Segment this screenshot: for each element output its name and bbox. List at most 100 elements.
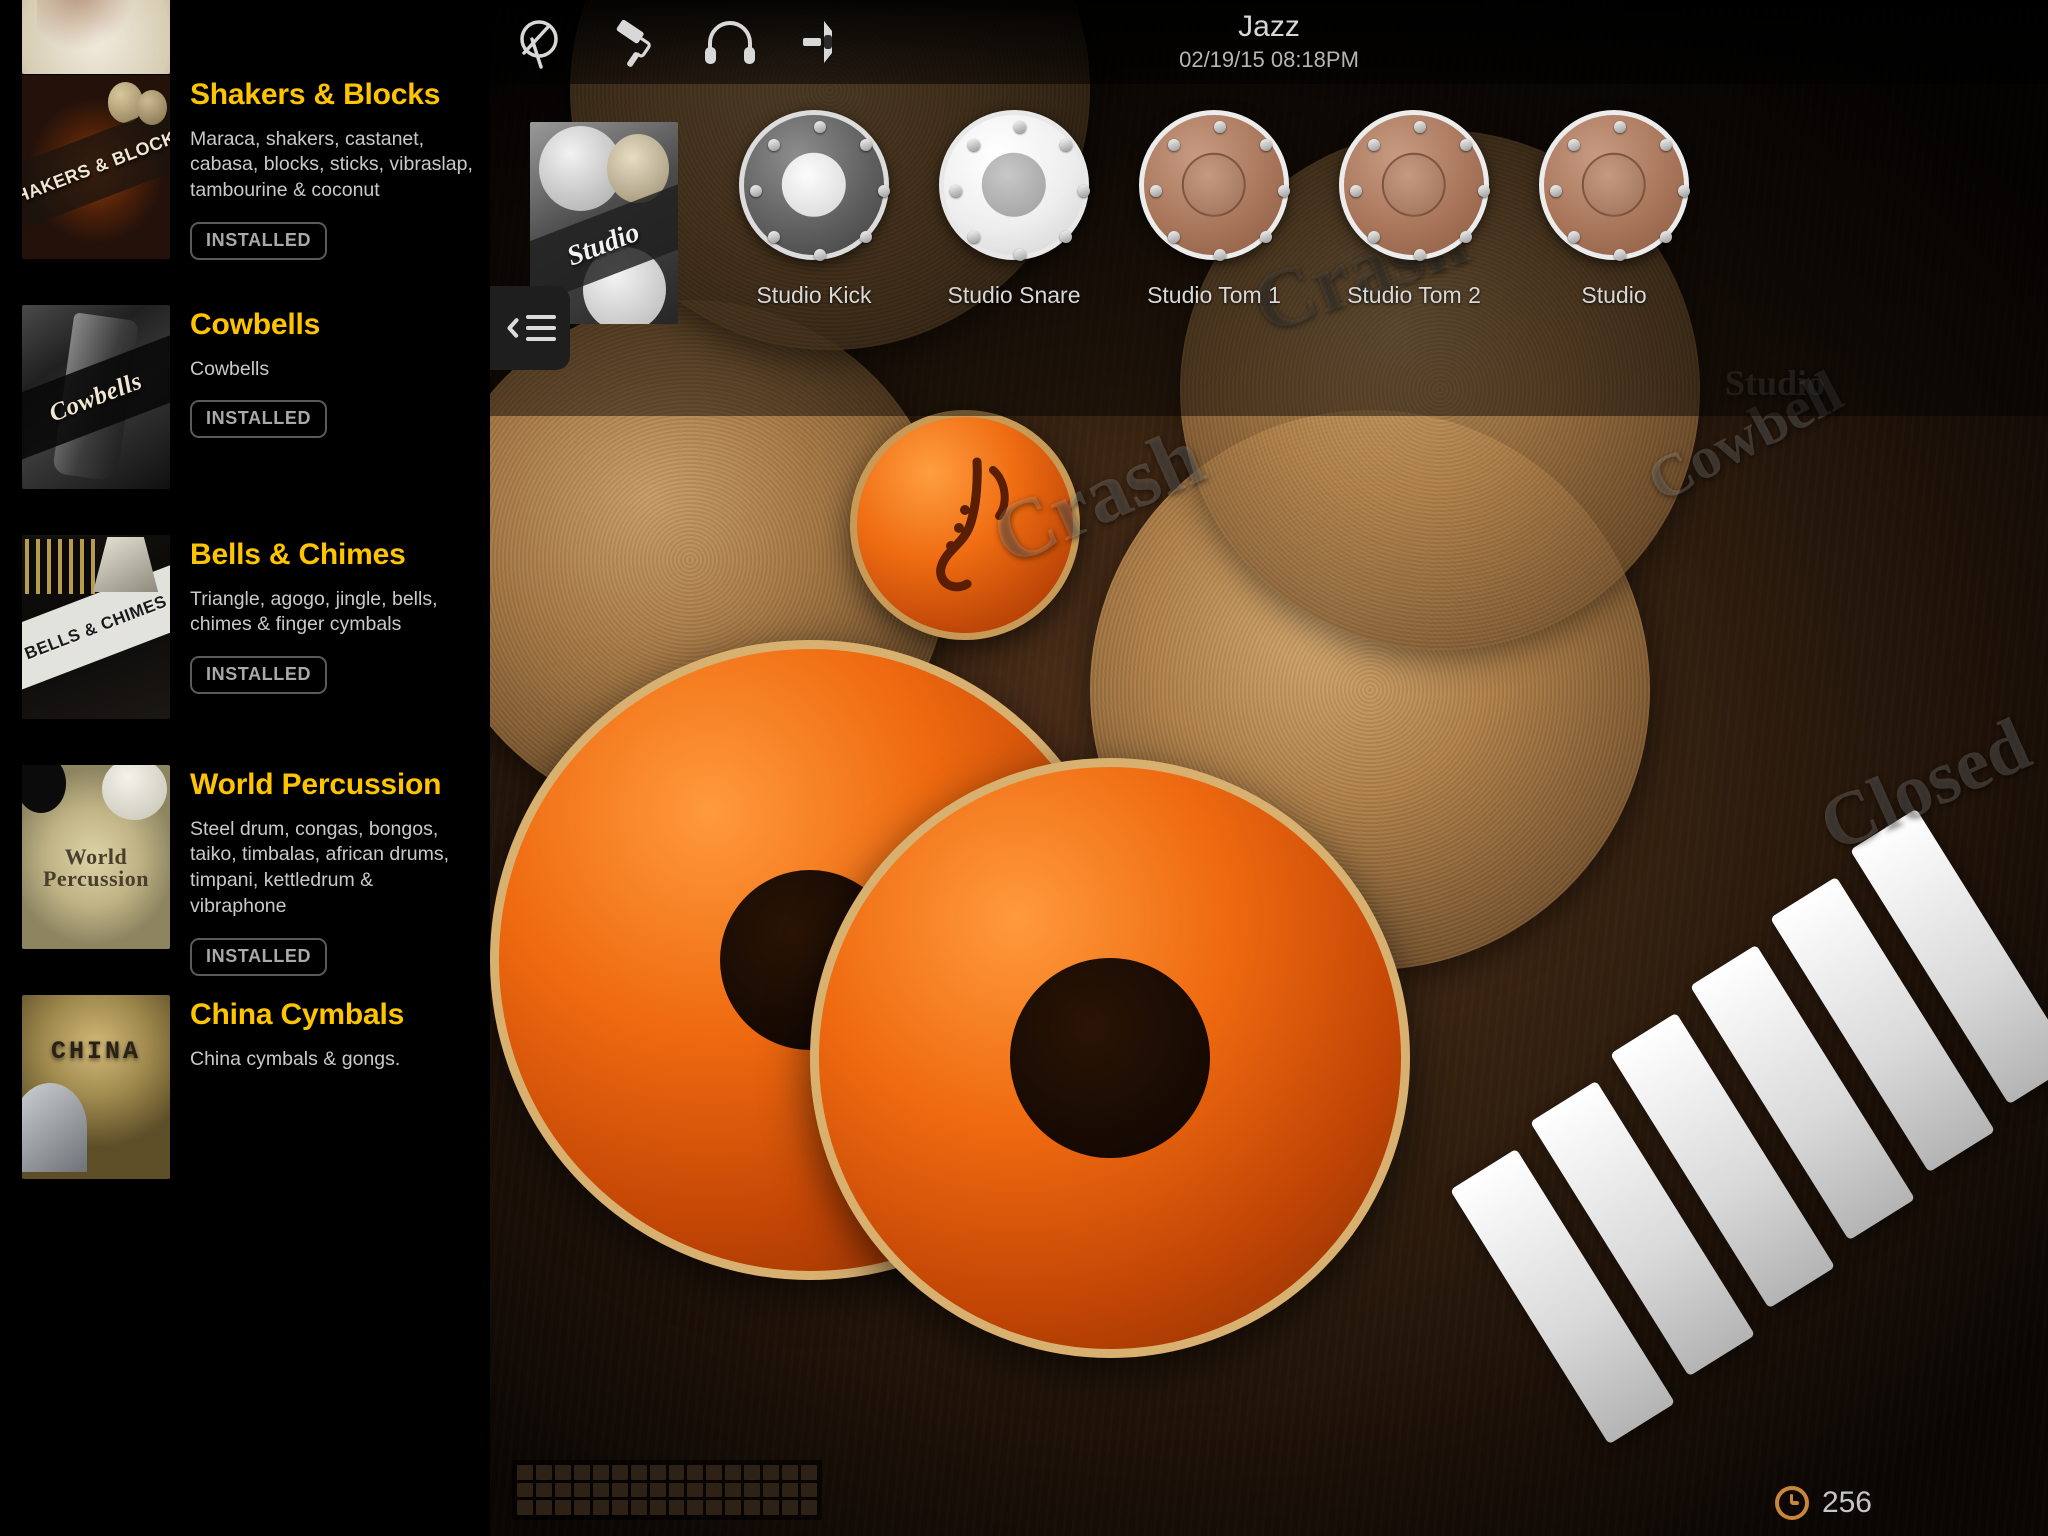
sequencer-cell[interactable] [668,1482,685,1498]
sequencer-cell[interactable] [801,1482,817,1498]
kit-list-item[interactable]: World Percussion World Percussion Steel dr… [0,765,490,977]
kit-description: China cymbals & gongs. [190,1047,401,1070]
headphones-button[interactable] [682,0,778,84]
kit-thumbnail[interactable]: BELLS & CHIMES [22,535,170,719]
drum-app-window: INSTALLEDSHAKERS & BLOCKSShakers & Block… [0,0,2048,1536]
kit-piece-strip[interactable]: Studio Studio Kick Studio Snare Studio Tom… [490,84,2048,416]
sequencer-cell[interactable] [649,1482,666,1498]
kit-thumbnail[interactable]: CHINA [22,995,170,1179]
sequencer-cell[interactable] [782,1482,799,1498]
sequencer-cell[interactable] [554,1500,571,1515]
sequencer-cell[interactable] [782,1500,799,1515]
sequencer-cell[interactable] [517,1500,533,1515]
counter-value: 256 [1821,1486,1872,1519]
kit-piece-label: Studio Snare [947,282,1081,308]
sequencer-cell[interactable] [763,1482,780,1498]
instrument-kit-sidebar[interactable]: INSTALLEDSHAKERS & BLOCKSShakers & Block… [0,0,490,1536]
drum-pad[interactable] [1139,110,1291,262]
status-badge: INSTALLED [190,222,328,261]
paint-roller-button[interactable] [586,0,682,84]
sequencer-cell[interactable] [592,1465,609,1480]
sequencer-cell[interactable] [782,1465,799,1480]
sequencer-cell[interactable] [592,1482,609,1498]
tempo-counter[interactable]: 256 [1774,1486,1872,1520]
sequencer-cell[interactable] [706,1465,723,1480]
kit-thumbnail[interactable]: Cowbells [22,305,170,489]
kit-thumbnail-caption: CHINA [50,1037,141,1067]
sequencer-cell[interactable] [535,1500,552,1515]
kit-info: World Percussion Steel drum, congas, bong… [170,765,490,977]
menu-lines-icon [526,315,556,341]
sequencer-cell[interactable] [668,1465,685,1480]
kit-piece[interactable]: Studio Tom 1 [1114,110,1314,309]
drum-pad[interactable] [739,110,891,262]
sequencer-cell[interactable] [611,1500,628,1515]
sequencer-cell[interactable] [706,1482,723,1498]
kit-title: Bells & Chimes [190,538,406,571]
sequencer-cell[interactable] [517,1482,533,1498]
drum-pad[interactable] [1339,110,1491,262]
kit-piece[interactable]: Studio Kick [714,110,914,309]
kit-list-item[interactable]: Cowbells Cowbells Cowbells INSTALLED [0,305,490,489]
kit-thumbnail[interactable] [22,0,170,74]
sequencer-cell[interactable] [630,1500,647,1515]
sequencer-cell[interactable] [535,1465,552,1480]
sequencer-cell[interactable] [687,1482,704,1498]
clock-icon [1774,1486,1809,1520]
drum-stage[interactable]: CrashCrashStudioCowbellClosed [490,0,2048,1536]
sequencer-cell[interactable] [649,1465,666,1480]
sequencer-cell[interactable] [592,1500,609,1515]
sequencer-cell[interactable] [573,1500,590,1515]
kit-list-item[interactable]: SHAKERS & BLOCKS Shakers & Blocks Maraca, … [0,75,490,261]
kit-piece-label: Studio Tom 2 [1347,282,1481,308]
fader-button[interactable] [778,0,874,84]
kit-thumbnail[interactable]: SHAKERS & BLOCKS [22,75,170,259]
kit-list-item[interactable]: BELLS & CHIMES Bells & Chimes Triangle, ag… [0,535,490,719]
sequencer-cell[interactable] [744,1465,761,1480]
sequencer-cell[interactable] [573,1482,590,1498]
sequencer-cell[interactable] [725,1500,742,1515]
collapse-sidebar-button[interactable] [490,286,570,370]
sequencer-cell[interactable] [763,1500,780,1515]
sequencer-cell[interactable] [649,1500,666,1515]
sequencer-cell[interactable] [763,1465,780,1480]
cymbal-stick-button[interactable] [490,0,586,84]
kit-thumbnail[interactable]: World Percussion [22,765,170,949]
sequencer-cell[interactable] [744,1482,761,1498]
drum-pad[interactable] [939,110,1091,262]
sequencer-cell[interactable] [668,1500,685,1515]
kit-thumbnail-caption: Cowbells [22,331,170,463]
kit-piece[interactable]: Studio Tom 2 [1314,110,1514,309]
kit-piece-label: Studio Tom 1 [1147,282,1281,308]
kit-title: Cowbells [190,308,321,341]
kit-list-item[interactable]: CHINA China Cymbals China cymbals & gongs. [0,995,490,1179]
sequencer-cell[interactable] [611,1465,628,1480]
sequencer-cell[interactable] [630,1465,647,1480]
kit-title: China Cymbals [190,998,405,1031]
kit-piece[interactable]: Studio [1514,110,1714,309]
sequencer-cell[interactable] [535,1482,552,1498]
kit-piece[interactable]: Studio Snare [914,110,1114,309]
sequencer-cell[interactable] [573,1465,590,1480]
sequencer-cell[interactable] [725,1482,742,1498]
sequencer-cell[interactable] [687,1465,704,1480]
sequencer-cell[interactable] [611,1482,628,1498]
sequencer-cell[interactable] [801,1465,817,1480]
sequencer-cell[interactable] [744,1500,761,1515]
sequencer-cell[interactable] [725,1465,742,1480]
sequencer-cell[interactable] [517,1465,533,1480]
sequencer-strip[interactable] [512,1460,822,1520]
kit-description: Steel drum, congas, bongos, taiko, timba… [190,817,450,918]
kit-thumbnail-caption: BELLS & CHIMES [22,561,170,693]
drum-pad[interactable] [1539,110,1691,262]
sequencer-cell[interactable] [554,1482,571,1498]
sequencer-cell[interactable] [554,1465,571,1480]
kit-title: Shakers & Blocks [190,78,441,111]
cymbal-stick-icon [510,13,566,71]
page-title: Jazz [1238,9,1300,43]
sequencer-cell[interactable] [687,1500,704,1515]
sequencer-cell[interactable] [630,1482,647,1498]
sequencer-cell[interactable] [801,1500,817,1515]
kit-list-item[interactable]: INSTALLED [0,0,490,74]
sequencer-cell[interactable] [706,1500,723,1515]
